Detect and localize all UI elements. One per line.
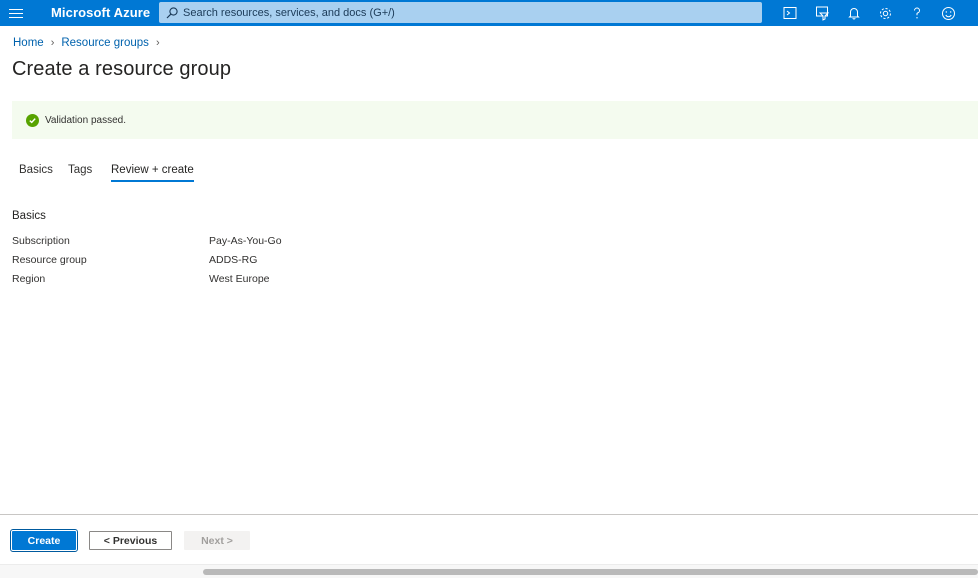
summary-value: West Europe [209, 273, 270, 285]
portal-menu-icon[interactable] [9, 6, 23, 20]
breadcrumb-home-link[interactable]: Home [13, 37, 44, 49]
feedback-smiley-icon[interactable] [939, 4, 957, 22]
notifications-bell-icon[interactable] [845, 4, 863, 22]
brand-title[interactable]: Microsoft Azure [51, 5, 150, 20]
previous-button[interactable]: < Previous [89, 531, 172, 550]
create-button[interactable]: Create [10, 529, 78, 552]
settings-gear-icon[interactable] [876, 4, 894, 22]
summary-label: Subscription [12, 235, 70, 247]
scrollbar-thumb[interactable] [203, 569, 978, 575]
summary-value: ADDS-RG [209, 254, 258, 266]
success-check-icon [26, 113, 39, 127]
next-button: Next > [184, 531, 250, 550]
horizontal-scrollbar[interactable] [0, 564, 978, 578]
top-navigation-bar: Microsoft Azure [0, 0, 978, 26]
summary-label: Region [12, 273, 46, 285]
summary-section-title: Basics [12, 210, 46, 222]
global-search-box[interactable] [159, 2, 762, 23]
tab-basics[interactable]: Basics [19, 164, 53, 181]
directory-filter-icon[interactable] [813, 4, 831, 22]
search-input[interactable] [183, 6, 743, 19]
chevron-right-icon: › [50, 37, 55, 49]
page-title: Create a resource group [12, 58, 232, 80]
chevron-right-icon: › [155, 37, 160, 49]
breadcrumb: Home › Resource groups › [13, 37, 167, 49]
validation-banner: Validation passed. [12, 101, 978, 139]
validation-message: Validation passed. [45, 114, 126, 126]
summary-value: Pay-As-You-Go [209, 235, 282, 247]
search-icon [166, 6, 178, 18]
footer-divider [0, 514, 978, 515]
tab-tags[interactable]: Tags [68, 164, 92, 181]
breadcrumb-resource-groups-link[interactable]: Resource groups [61, 37, 149, 49]
cloud-shell-icon[interactable] [781, 4, 799, 22]
help-question-icon[interactable] [908, 4, 926, 22]
summary-label: Resource group [12, 254, 87, 266]
tab-review-create[interactable]: Review + create [111, 164, 194, 182]
